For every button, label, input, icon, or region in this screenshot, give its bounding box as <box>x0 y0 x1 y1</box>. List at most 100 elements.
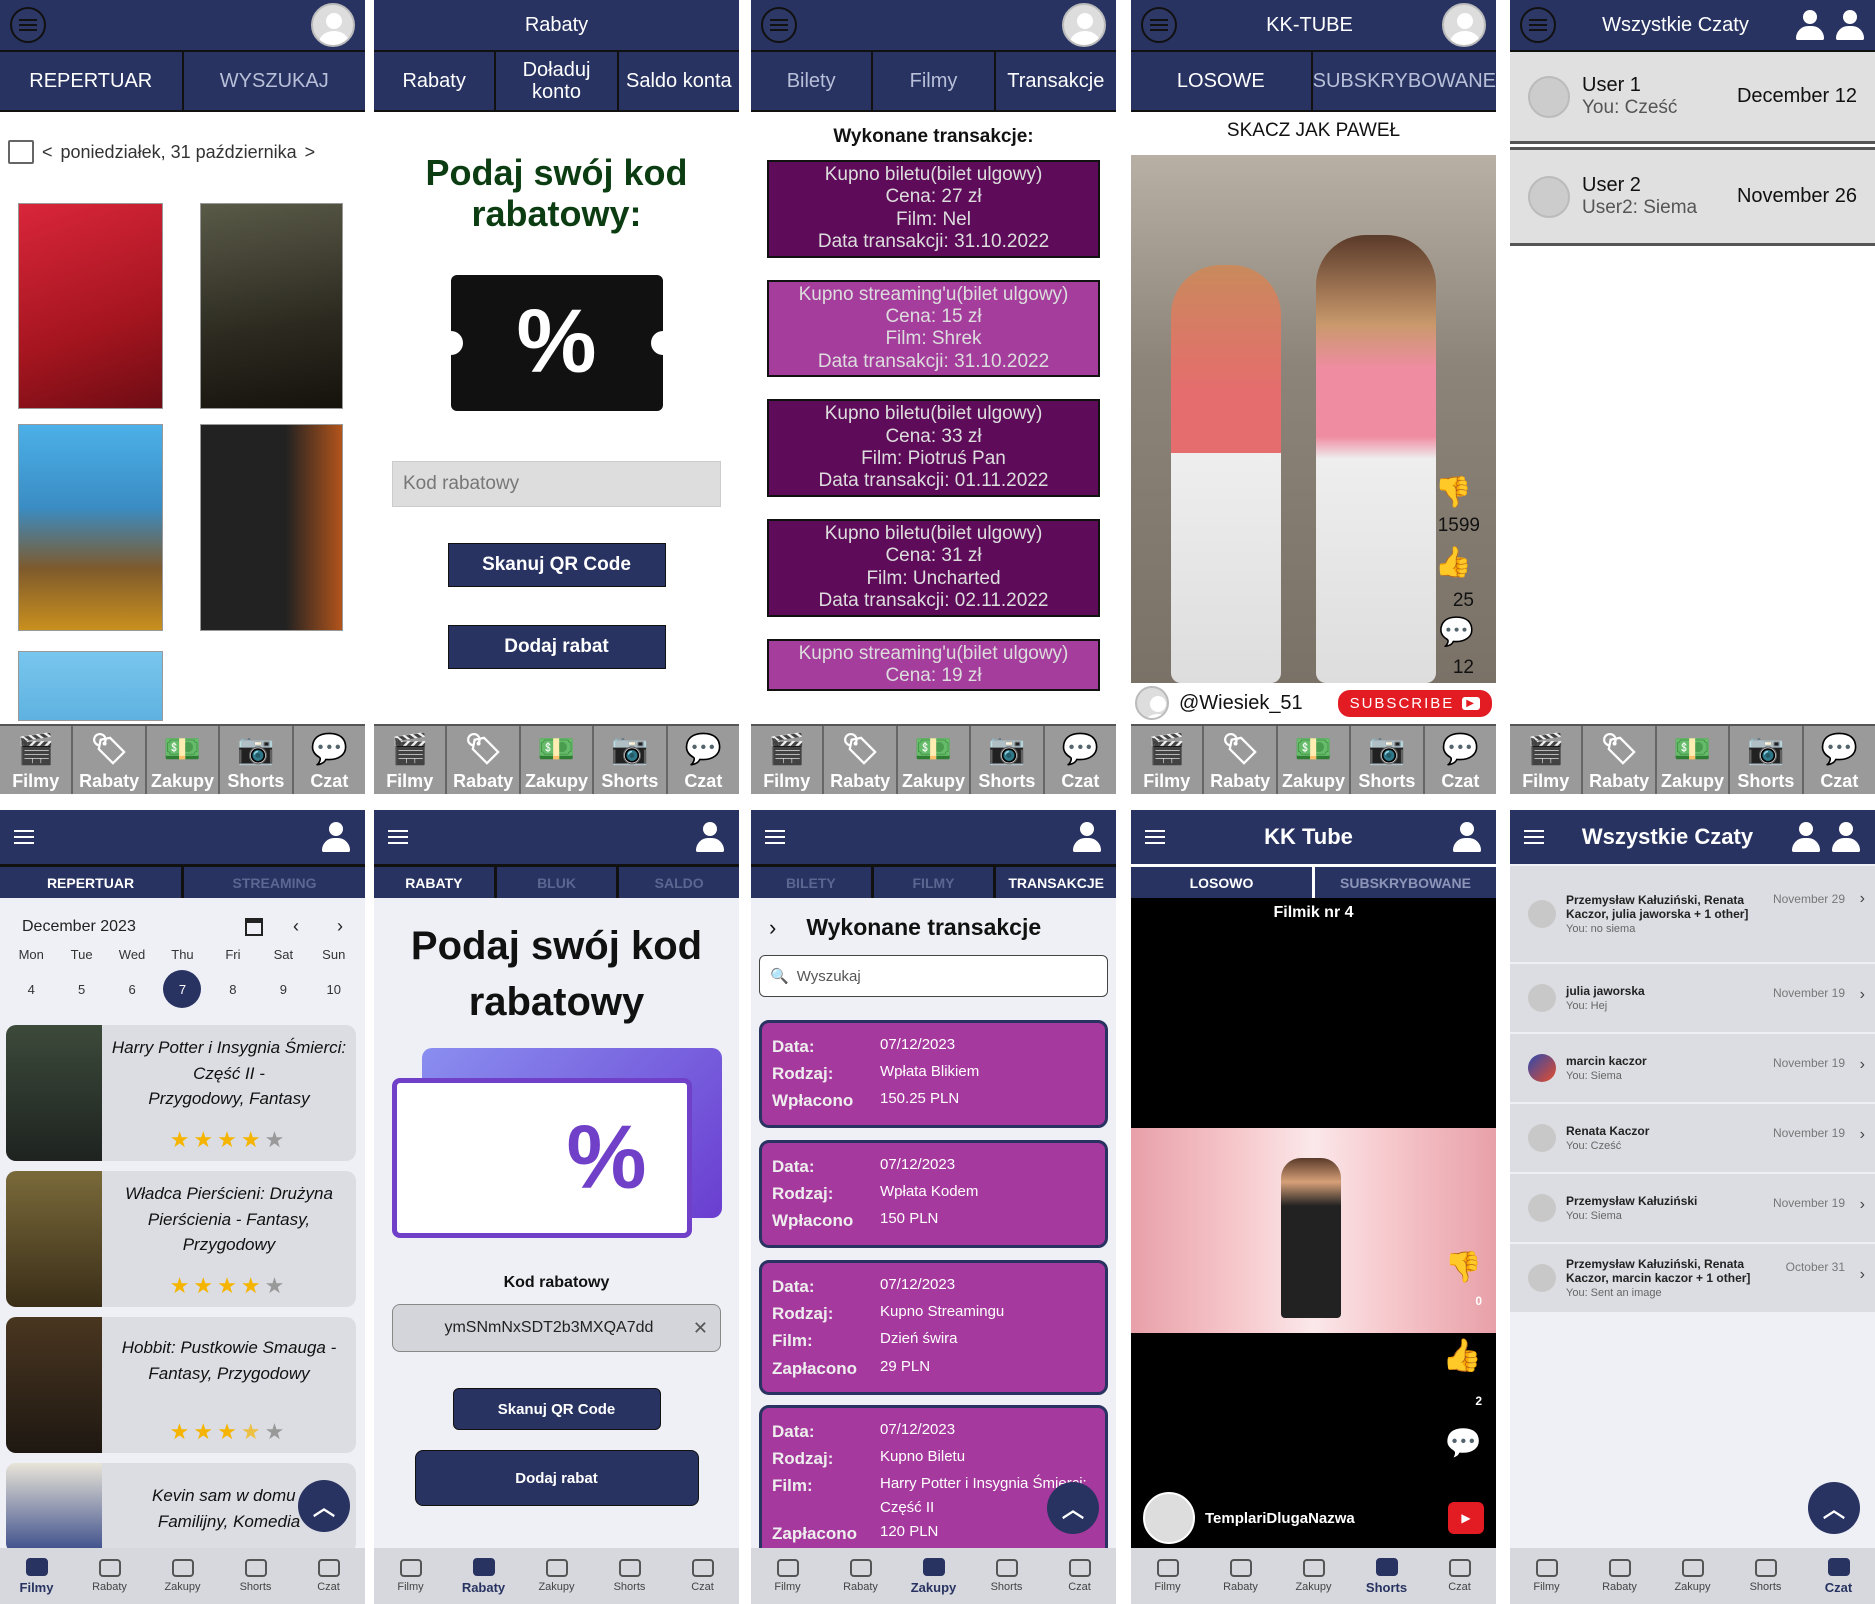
nav-filmy[interactable]: 🎬 Filmy <box>751 726 825 794</box>
tab-saldo-konta[interactable]: Saldo konta <box>619 52 739 110</box>
subscribe-icon[interactable]: ▶ <box>1448 1502 1484 1534</box>
nav-rabaty[interactable]: 🏷 Rabaty <box>447 726 521 794</box>
user-icon[interactable] <box>1791 822 1821 852</box>
menu-icon[interactable] <box>761 7 797 43</box>
movie-poster[interactable] <box>200 203 343 409</box>
tab-rabaty[interactable]: RABATY <box>374 867 494 898</box>
date-button[interactable]: 6 <box>107 982 157 997</box>
video-player[interactable] <box>1131 1128 1496 1333</box>
nav-czat[interactable]: 💬 Czat <box>1044 726 1116 794</box>
film-card[interactable]: Władca Pierścieni: Drużyna Pierścienia -… <box>6 1171 356 1307</box>
clear-icon[interactable]: ✕ <box>693 1318 708 1339</box>
nav-filmy[interactable]: 🎬 Filmy <box>0 726 74 794</box>
nav-zakupy[interactable]: 💵 Zakupy <box>146 726 221 794</box>
chat-list-item[interactable]: User 2 User2: Siema November 26 <box>1510 150 1875 246</box>
nav-zakupy[interactable]: Zakupy <box>1656 1548 1729 1604</box>
comment-icon[interactable]: 💬 <box>1445 1426 1482 1461</box>
calendar-icon[interactable] <box>8 140 34 164</box>
date-button[interactable]: 10 <box>309 982 359 997</box>
prev-week-button[interactable]: ‹ <box>293 916 299 937</box>
next-date-button[interactable]: > <box>305 142 316 163</box>
nav-shorts[interactable]: 📷 Shorts <box>1730 726 1804 794</box>
nav-filmy[interactable]: Filmy <box>751 1548 824 1604</box>
date-button[interactable]: 4 <box>6 982 56 997</box>
nav-czat[interactable]: Czat <box>1423 1548 1496 1604</box>
nav-zakupy[interactable]: 💵 Zakupy <box>1656 726 1731 794</box>
tab-transakcje[interactable]: Transakcje <box>996 52 1116 110</box>
nav-shorts[interactable]: Shorts <box>1350 1548 1423 1604</box>
nav-filmy[interactable]: Filmy <box>374 1548 447 1604</box>
next-week-button[interactable]: › <box>337 916 343 937</box>
tab-losowe[interactable]: LOSOWE <box>1131 52 1313 110</box>
nav-czat[interactable]: Czat <box>1802 1548 1875 1604</box>
nav-zakupy[interactable]: Zakupy <box>520 1548 593 1604</box>
movie-poster[interactable] <box>18 651 163 721</box>
transaction-item[interactable]: Kupno biletu(bilet ulgowy) Cena: 27 zł F… <box>767 160 1100 258</box>
nav-czat[interactable]: Czat <box>666 1548 739 1604</box>
nav-shorts[interactable]: Shorts <box>593 1548 666 1604</box>
user-icon[interactable] <box>321 822 351 852</box>
nav-rabaty[interactable]: 🏷 Rabaty <box>73 726 147 794</box>
nav-shorts[interactable]: 📷 Shorts <box>971 726 1045 794</box>
group-icon[interactable] <box>1831 822 1861 852</box>
tab-transakcje[interactable]: TRANSAKCJE <box>996 867 1116 898</box>
profile-avatar-icon[interactable] <box>311 3 355 47</box>
group-icon[interactable] <box>1835 10 1865 40</box>
tab-wyszukaj[interactable]: WYSZUKAJ <box>184 52 366 110</box>
nav-shorts[interactable]: 📷 Shorts <box>594 726 668 794</box>
tab-doladuj-konto[interactable]: Doładuj konto <box>496 52 619 110</box>
selected-date-button[interactable]: 7 <box>163 970 202 1008</box>
user-icon[interactable] <box>1072 822 1102 852</box>
dislike-icon[interactable]: 👎 <box>1435 475 1472 510</box>
menu-icon[interactable] <box>10 7 46 43</box>
transaction-card[interactable]: Data: 07/12/2023 Rodzaj: Wpłata Kodem Wpła… <box>759 1140 1108 1248</box>
hamburger-menu-icon[interactable] <box>1145 830 1165 844</box>
channel-name[interactable]: @Wiesiek_51 <box>1179 692 1303 715</box>
nav-rabaty[interactable]: Rabaty <box>824 1548 897 1604</box>
tab-repertuar[interactable]: REPERTUAR <box>0 52 184 110</box>
discount-code-input[interactable]: ymSNmNxSDT2b3MXQA7dd ✕ <box>392 1304 721 1352</box>
nav-shorts[interactable]: 📷 Shorts <box>1351 726 1425 794</box>
chat-list-item[interactable]: Przemysław Kałuziński, Renata Kaczor, ju… <box>1510 866 1875 962</box>
transaction-item[interactable]: Kupno streaming'u(bilet ulgowy) Cena: 15… <box>767 279 1100 378</box>
scan-qr-button[interactable]: Skanuj QR Code <box>452 1388 661 1430</box>
tab-bilety[interactable]: BILETY <box>751 867 871 898</box>
transaction-card[interactable]: Data: 07/12/2023 Rodzaj: Kupno Streamingu … <box>759 1260 1108 1395</box>
nav-filmy[interactable]: 🎬 Filmy <box>374 726 448 794</box>
nav-shorts[interactable]: 📷 Shorts <box>220 726 294 794</box>
hamburger-menu-icon[interactable] <box>765 830 785 844</box>
nav-rabaty[interactable]: 🏷 Rabaty <box>1583 726 1657 794</box>
nav-zakupy[interactable]: Zakupy <box>897 1548 970 1604</box>
back-chevron-icon[interactable]: › <box>769 915 776 941</box>
nav-filmy[interactable]: Filmy <box>0 1548 73 1604</box>
tab-bluk[interactable]: BLUK <box>496 867 617 898</box>
add-discount-button[interactable]: Dodaj rabat <box>414 1450 699 1506</box>
nav-shorts[interactable]: Shorts <box>219 1548 292 1604</box>
hamburger-menu-icon[interactable] <box>388 830 408 844</box>
add-discount-button[interactable]: Dodaj rabat <box>447 624 666 669</box>
nav-czat[interactable]: 💬 Czat <box>293 726 365 794</box>
tab-repertuar[interactable]: REPERTUAR <box>0 867 181 898</box>
prev-date-button[interactable]: < <box>42 142 53 163</box>
comment-icon[interactable]: 💬 <box>1439 615 1474 648</box>
nav-czat[interactable]: 💬 Czat <box>1424 726 1496 794</box>
nav-filmy[interactable]: Filmy <box>1131 1548 1204 1604</box>
nav-zakupy[interactable]: Zakupy <box>146 1548 219 1604</box>
hamburger-menu-icon[interactable] <box>1524 830 1544 844</box>
transaction-item[interactable]: Kupno streaming'u(bilet ulgowy) Cena: 19… <box>767 638 1100 692</box>
dislike-icon[interactable]: 👎 <box>1445 1250 1482 1285</box>
tab-filmy[interactable]: Filmy <box>873 52 996 110</box>
nav-shorts[interactable]: Shorts <box>970 1548 1043 1604</box>
nav-rabaty[interactable]: 🏷 Rabaty <box>1204 726 1278 794</box>
chat-list-item[interactable]: Renata Kaczor You: Cześć November 19 › <box>1510 1104 1875 1172</box>
nav-shorts[interactable]: Shorts <box>1729 1548 1802 1604</box>
movie-poster[interactable] <box>200 424 343 631</box>
tab-losowo[interactable]: LOSOWO <box>1131 867 1312 898</box>
profile-avatar-icon[interactable] <box>1442 3 1486 47</box>
nav-filmy[interactable]: 🎬 Filmy <box>1510 726 1584 794</box>
date-button[interactable]: 8 <box>208 982 258 997</box>
nav-filmy[interactable]: Filmy <box>1510 1548 1583 1604</box>
channel-name[interactable]: TemplariDlugaNazwa <box>1205 1510 1355 1527</box>
hamburger-menu-icon[interactable] <box>14 830 34 844</box>
transaction-card[interactable]: Data: 07/12/2023 Rodzaj: Kupno Biletu Film… <box>759 1405 1108 1561</box>
